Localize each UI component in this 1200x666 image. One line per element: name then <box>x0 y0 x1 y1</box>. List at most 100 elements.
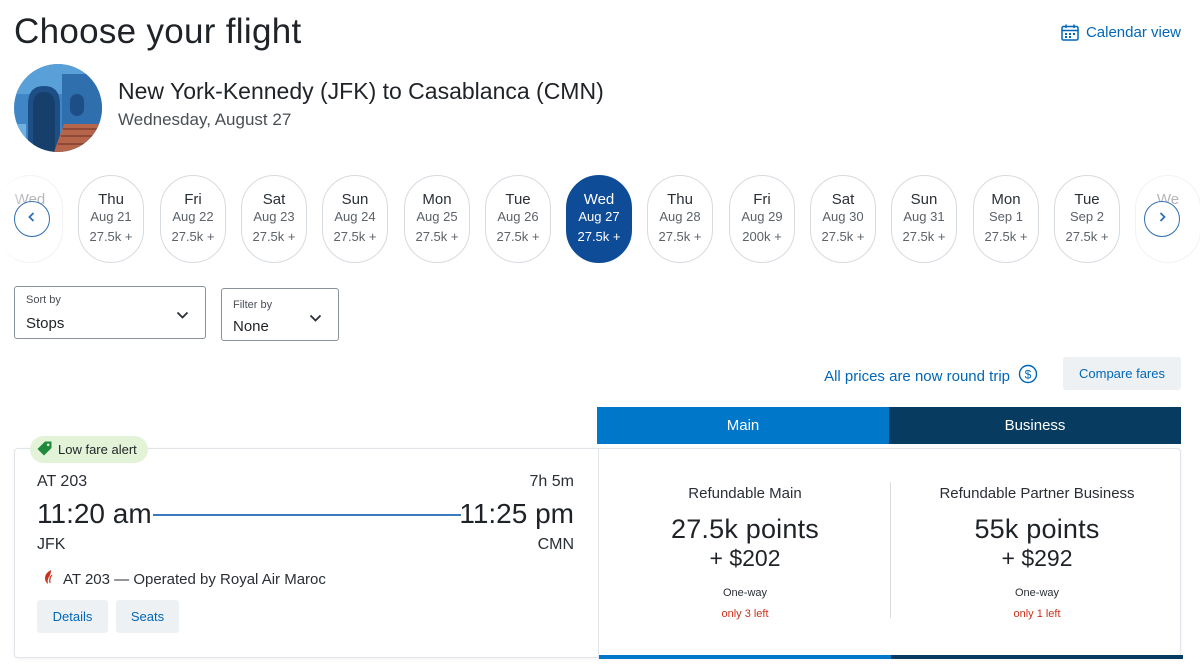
chevron-down-icon <box>176 307 189 325</box>
route-header: New York-Kennedy (JFK) to Casablanca (CM… <box>14 64 604 152</box>
date-price: 27.5k + <box>252 229 296 244</box>
royal-air-maroc-logo-icon <box>42 569 54 589</box>
date-option[interactable]: Sat Aug 23 27.5k + <box>241 175 307 263</box>
business-fare-accent <box>891 655 1183 659</box>
date-option[interactable]: Fri Aug 29 200k + <box>729 175 795 263</box>
date-strip: Wed Thu Aug 21 27.5k + Fri Aug 22 27.5k + Sat Au… <box>0 172 1200 268</box>
fare-options: Refundable Main 27.5k points + $202 One-… <box>598 448 1183 659</box>
date-day-of-week: Tue <box>505 191 531 208</box>
fare-cash: + $292 <box>1001 545 1073 571</box>
fare-option-business[interactable]: Refundable Partner Business 55k points +… <box>891 448 1183 620</box>
tab-main[interactable]: Main <box>597 407 889 444</box>
seats-remaining: only 3 left <box>721 608 769 620</box>
date-price: 200k + <box>742 229 782 244</box>
date-day-of-week: Sat <box>262 191 286 208</box>
date-price: 27.5k + <box>333 229 377 244</box>
date-option[interactable]: Mon Sep 1 27.5k + <box>973 175 1039 263</box>
fare-cash: + $202 <box>709 545 781 571</box>
date-day-of-week: Tue <box>1074 191 1100 208</box>
fare-trip-type: One-way <box>722 587 768 599</box>
departure-time: 11:20 am <box>37 498 152 529</box>
date-price: 27.5k + <box>577 229 621 244</box>
date-label: Aug 29 <box>741 209 783 224</box>
svg-text:$: $ <box>1025 368 1032 382</box>
date-day-of-week: Sun <box>910 191 938 208</box>
sort-select[interactable]: Sort by Stops <box>14 286 206 339</box>
fare-trip-type: One-way <box>1014 587 1060 599</box>
low-fare-alert-text: Low fare alert <box>58 442 137 457</box>
date-day-of-week: Mon <box>991 191 1021 208</box>
date-day-of-week: Fri <box>753 191 771 208</box>
filter-label: Filter by <box>233 299 273 311</box>
chevron-down-icon <box>309 310 322 328</box>
flight-number: AT 203 <box>37 473 88 490</box>
date-option[interactable]: Thu Aug 21 27.5k + <box>78 175 144 263</box>
operated-by: AT 203 — Operated by Royal Air Maroc <box>42 569 326 589</box>
date-label: Aug 23 <box>253 209 295 224</box>
date-day-of-week: Fri <box>184 191 202 208</box>
filter-select[interactable]: Filter by None <box>221 288 339 341</box>
date-option[interactable]: Tue Sep 2 27.5k + <box>1054 175 1120 263</box>
calendar-view-link[interactable]: Calendar view <box>1061 24 1181 41</box>
tab-business[interactable]: Business <box>889 407 1181 444</box>
route-title: New York-Kennedy (JFK) to Casablanca (CM… <box>118 78 604 104</box>
date-label: Aug 31 <box>903 209 945 224</box>
previous-dates-button[interactable] <box>14 201 50 237</box>
departure-airport: JFK <box>37 536 66 553</box>
fare-name: Refundable Partner Business <box>939 485 1135 502</box>
calendar-view-label: Calendar view <box>1085 24 1181 41</box>
filter-value: None <box>233 318 269 335</box>
date-label: Aug 24 <box>334 209 376 224</box>
operated-by-text: AT 203 — Operated by Royal Air Maroc <box>63 570 326 588</box>
compare-fares-button[interactable]: Compare fares <box>1063 357 1181 390</box>
destination-image <box>14 64 102 152</box>
chevron-left-icon <box>26 210 38 228</box>
date-day-of-week: Wed <box>583 191 615 208</box>
chevron-right-icon <box>1156 210 1168 228</box>
next-dates-button[interactable] <box>1144 201 1180 237</box>
fare-option-main[interactable]: Refundable Main 27.5k points + $202 One-… <box>599 448 891 620</box>
date-label: Sep 2 <box>1070 209 1104 224</box>
date-price: 27.5k + <box>171 229 215 244</box>
fare-points: 27.5k points <box>671 514 819 544</box>
tag-icon <box>36 440 53 460</box>
date-day-of-week: Sat <box>831 191 855 208</box>
date-option[interactable]: Fri Aug 22 27.5k + <box>160 175 226 263</box>
low-fare-alert-badge: Low fare alert <box>30 436 148 463</box>
date-option[interactable]: Tue Aug 26 27.5k + <box>485 175 551 263</box>
date-price: 27.5k + <box>902 229 946 244</box>
date-option[interactable]: Sat Aug 30 27.5k + <box>810 175 876 263</box>
date-price: 27.5k + <box>1065 229 1109 244</box>
arrival-airport: CMN <box>537 536 574 553</box>
date-label: Aug 28 <box>659 209 701 224</box>
date-label: Aug 30 <box>822 209 864 224</box>
date-option[interactable]: Thu Aug 28 27.5k + <box>647 175 713 263</box>
date-day-of-week: Sun <box>341 191 369 208</box>
sort-label: Sort by <box>26 294 61 306</box>
date-option[interactable]: Mon Aug 25 27.5k + <box>404 175 470 263</box>
date-price: 27.5k + <box>415 229 459 244</box>
fare-points: 55k points <box>974 514 1100 544</box>
date-option[interactable]: Wed Aug 27 27.5k + <box>566 175 632 263</box>
seats-button[interactable]: Seats <box>116 600 179 633</box>
round-trip-note[interactable]: All prices are now round trip $ <box>824 364 1038 388</box>
seats-remaining: only 1 left <box>1013 608 1061 620</box>
date-price: 27.5k + <box>984 229 1028 244</box>
route-date: Wednesday, August 27 <box>118 110 292 129</box>
date-day-of-week: Thu <box>667 191 693 208</box>
arrival-time: 11:25 pm <box>459 498 574 529</box>
date-day-of-week: Thu <box>98 191 124 208</box>
date-label: Aug 21 <box>90 209 132 224</box>
details-button[interactable]: Details <box>37 600 108 633</box>
date-label: Sep 1 <box>989 209 1023 224</box>
date-label: Aug 27 <box>578 209 620 224</box>
fare-name: Refundable Main <box>688 485 802 502</box>
date-option[interactable]: Sun Aug 24 27.5k + <box>322 175 388 263</box>
flight-duration: 7h 5m <box>529 473 574 490</box>
date-option[interactable]: Sun Aug 31 27.5k + <box>891 175 957 263</box>
route-line <box>153 514 461 516</box>
round-trip-note-text: All prices are now round trip <box>824 367 1010 385</box>
date-label: Aug 22 <box>172 209 214 224</box>
flight-card: AT 203 7h 5m 11:20 am 11:25 pm JFK CMN A… <box>14 448 1183 659</box>
date-price: 27.5k + <box>89 229 133 244</box>
